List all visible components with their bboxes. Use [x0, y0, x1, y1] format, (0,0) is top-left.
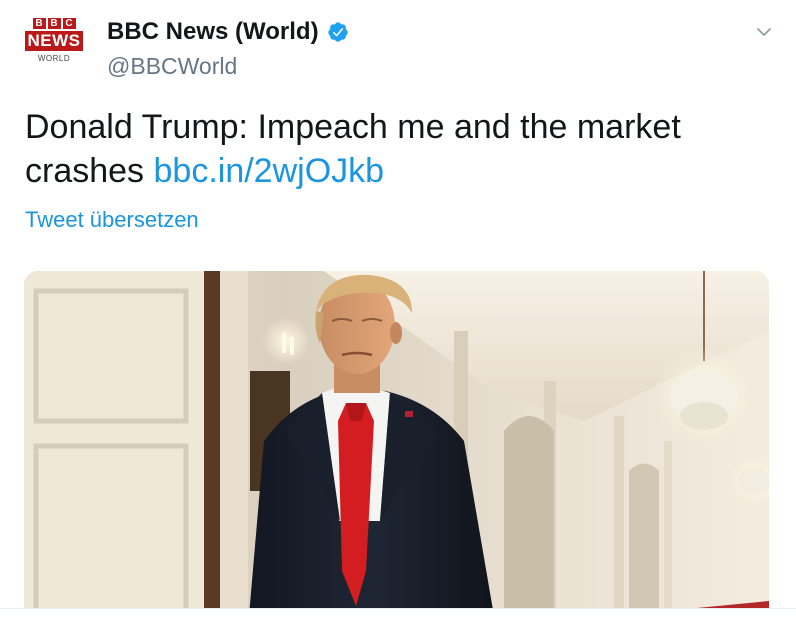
tweet-media-photo[interactable]	[24, 271, 769, 616]
display-name[interactable]: BBC News (World)	[107, 18, 319, 46]
translate-tweet-link[interactable]: Tweet übersetzen	[25, 207, 199, 233]
bbc-logo-subtitle: WORLD	[37, 54, 71, 63]
bbc-logo-letter: B	[32, 18, 46, 29]
bbc-logo-letter: C	[62, 18, 76, 29]
tweet-card: B B C NEWS WORLD BBC News (World) @BBCWo…	[0, 0, 796, 631]
verified-badge-icon	[327, 21, 349, 43]
tweet-link[interactable]: bbc.in/2wjOJkb	[154, 152, 385, 190]
bbc-logo-news: NEWS	[25, 31, 83, 51]
handle[interactable]: @BBCWorld	[107, 53, 237, 80]
chevron-down-icon[interactable]	[754, 24, 774, 40]
bbc-logo-blocks: B B C	[24, 18, 84, 29]
divider	[0, 608, 796, 631]
bbc-logo-letter: B	[47, 18, 61, 29]
display-name-row[interactable]: BBC News (World)	[107, 18, 349, 46]
avatar[interactable]: B B C NEWS WORLD	[24, 18, 84, 70]
tweet-text: Donald Trump: Impeach me and the market …	[25, 105, 765, 193]
photo-illustration	[24, 271, 769, 616]
